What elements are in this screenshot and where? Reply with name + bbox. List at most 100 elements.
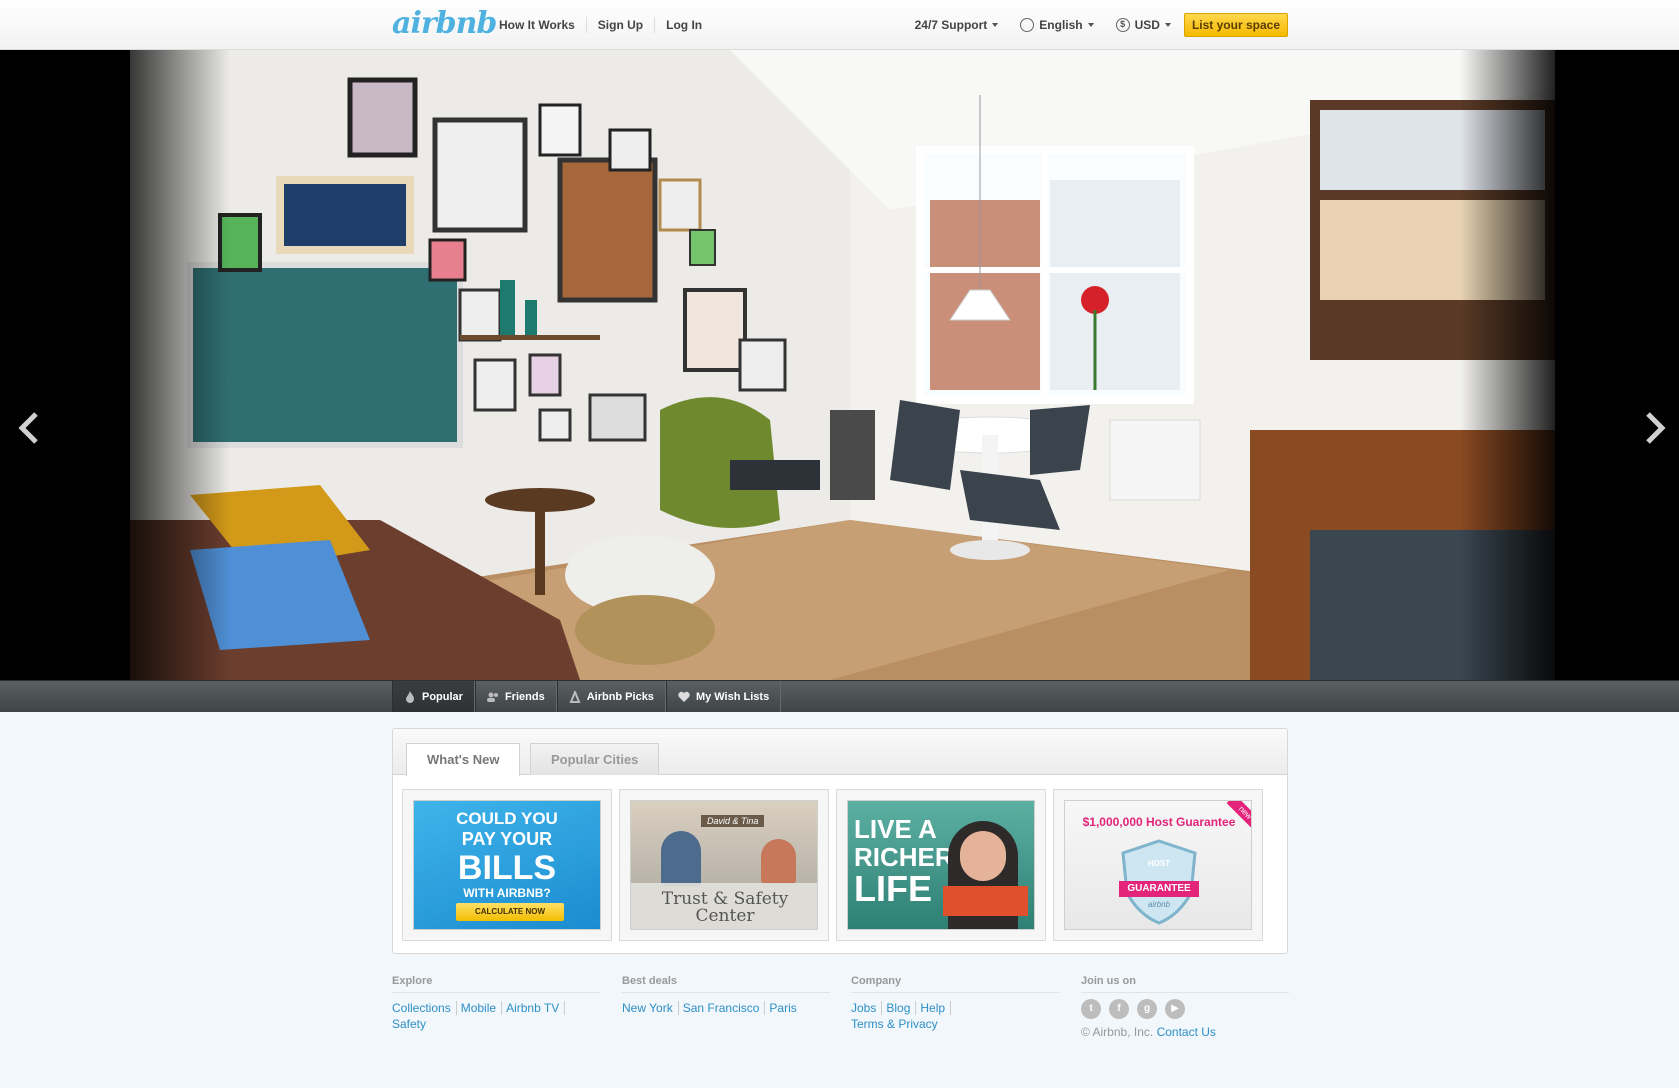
friends-icon — [486, 692, 498, 702]
richer-life-line-1: LIVE A — [854, 814, 937, 844]
flame-icon — [406, 690, 414, 703]
copyright: © Airbnb, Inc. Contact Us — [1081, 1025, 1289, 1039]
facebook-icon[interactable]: f — [1109, 999, 1129, 1019]
hero-room-photo — [130, 50, 1555, 680]
support-label: 24/7 Support — [914, 18, 988, 32]
footer-join-heading: Join us on — [1081, 975, 1289, 993]
currency-menu[interactable]: $ USD — [1105, 10, 1182, 40]
tab-popular-label: Popular — [422, 690, 463, 703]
tab-friends-label: Friends — [504, 690, 545, 703]
chevron-left-icon[interactable] — [14, 408, 44, 448]
jobs-link[interactable]: Jobs — [851, 1001, 883, 1015]
promo-card-richer-life[interactable]: LIVE A RICHER LIFE — [836, 789, 1046, 941]
promo-card-bills[interactable]: COULD YOU PAY YOUR BILLS WITH AIRBNB? CA… — [402, 789, 612, 941]
tab-popular-cities[interactable]: Popular Cities — [530, 743, 660, 775]
tab-my-wish-lists[interactable]: My Wish Lists — [665, 681, 782, 712]
san-francisco-link[interactable]: San Francisco — [682, 1001, 766, 1015]
heart-icon — [678, 691, 690, 702]
terms-privacy-link[interactable]: Terms & Privacy — [851, 1017, 943, 1031]
promo-card-trust-safety[interactable]: David & Tina Trust & Safety Center — [619, 789, 829, 941]
person-figure — [761, 839, 796, 884]
footer-company: Company Jobs Blog Help Terms & Privacy — [851, 975, 1059, 1032]
promo-cards: COULD YOU PAY YOUR BILLS WITH AIRBNB? CA… — [402, 789, 1270, 941]
whats-new-panel: What's New Popular Cities COULD YOU PAY … — [392, 728, 1288, 954]
globe-icon — [1020, 18, 1035, 32]
richer-life-line-2: RICHER — [854, 842, 954, 872]
hero-slideshow — [0, 50, 1679, 680]
woman-face — [960, 831, 1006, 881]
badge-host: HOST — [1147, 859, 1171, 868]
trust-safety-banner: David & Tina Trust & Safety Center — [630, 800, 818, 930]
badge-airbnb: airbnb — [1147, 900, 1171, 909]
tab-airbnb-picks[interactable]: Airbnb Picks — [556, 681, 666, 712]
person-figure — [661, 831, 701, 886]
header-inner: airbnb How It Works Sign Up Log In 24/7 … — [392, 0, 1288, 50]
collections-link[interactable]: Collections — [392, 1001, 457, 1015]
new-york-link[interactable]: New York — [622, 1001, 679, 1015]
hero-shade-right — [1460, 50, 1570, 680]
bills-line-3: BILLS — [457, 849, 557, 887]
host-guarantee-banner: $1,000,000 Host Guarantee new HOST GUARA… — [1064, 800, 1252, 930]
bills-banner: COULD YOU PAY YOUR BILLS WITH AIRBNB? CA… — [413, 800, 601, 930]
primary-nav: How It Works Sign Up Log In — [499, 17, 713, 33]
red-scarf — [943, 886, 1028, 916]
bills-line-2: PAY YOUR — [461, 829, 553, 849]
copyright-text: © Airbnb, Inc. — [1081, 1025, 1154, 1039]
dollar-icon: $ — [1115, 18, 1130, 32]
airbnb-picks-icon — [569, 690, 581, 703]
shield-icon — [1119, 839, 1199, 925]
contact-us-link[interactable]: Contact Us — [1157, 1025, 1216, 1039]
google-plus-icon[interactable]: g — [1137, 999, 1157, 1019]
tab-airbnb-picks-label: Airbnb Picks — [586, 690, 654, 703]
language-menu[interactable]: English — [1009, 10, 1104, 40]
tab-my-wish-lists-label: My Wish Lists — [695, 690, 770, 703]
calculate-now-button[interactable]: CALCULATE NOW — [456, 903, 564, 921]
safety-link[interactable]: Safety — [392, 1017, 431, 1031]
bills-line-1: COULD YOU — [456, 809, 558, 828]
airbnb-tv-link[interactable]: Airbnb TV — [506, 1001, 566, 1015]
airbnb-logo[interactable]: airbnb — [392, 6, 497, 41]
sign-up-link[interactable]: Sign Up — [585, 17, 654, 33]
chevron-down-icon — [1164, 23, 1171, 27]
hero-shade-left — [100, 50, 230, 680]
footer-best-deals: Best deals New York San Francisco Paris — [622, 975, 830, 1016]
paris-link[interactable]: Paris — [769, 1001, 801, 1015]
support-menu[interactable]: 24/7 Support — [904, 10, 1010, 40]
how-it-works-link[interactable]: How It Works — [499, 17, 586, 33]
youtube-icon[interactable]: ▶ — [1165, 999, 1185, 1019]
list-your-space-button[interactable]: List your space — [1183, 13, 1288, 37]
promo-card-host-guarantee[interactable]: $1,000,000 Host Guarantee new HOST GUARA… — [1053, 789, 1263, 941]
tab-friends[interactable]: Friends — [474, 681, 557, 712]
language-label: English — [1039, 18, 1083, 32]
footer-company-heading: Company — [851, 975, 1059, 993]
top-header: airbnb How It Works Sign Up Log In 24/7 … — [0, 0, 1679, 50]
blog-link[interactable]: Blog — [886, 1001, 917, 1015]
panel-tab-bar: What's New Popular Cities — [393, 729, 1287, 776]
footer-explore: Explore Collections Mobile Airbnb TV Safet… — [392, 975, 600, 1032]
richer-life-text: LIVE A RICHER LIFE — [854, 815, 954, 907]
mobile-link[interactable]: Mobile — [460, 1001, 503, 1015]
chevron-down-icon — [992, 23, 999, 27]
tab-whats-new[interactable]: What's New — [406, 743, 521, 776]
currency-label: USD — [1134, 18, 1160, 32]
chevron-right-icon[interactable] — [1640, 408, 1670, 448]
chevron-down-icon — [1087, 23, 1094, 27]
toolbar-tabs: Popular Friends Airbnb Picks My Wish Lis… — [392, 681, 782, 712]
log-in-link[interactable]: Log In — [654, 17, 713, 33]
trust-safety-title-2: Center — [695, 906, 755, 926]
footer-explore-heading: Explore — [392, 975, 600, 993]
richer-life-line-3: LIFE — [854, 868, 932, 909]
trust-safety-title: Trust & Safety Center — [631, 883, 817, 929]
host-guarantee-title: $1,000,000 Host Guarantee — [1082, 815, 1236, 829]
richer-life-banner: LIVE A RICHER LIFE — [847, 800, 1035, 930]
twitter-icon[interactable]: t — [1081, 999, 1101, 1019]
tab-popular[interactable]: Popular — [392, 681, 475, 712]
bills-line-4: WITH AIRBNB? — [463, 886, 551, 900]
footer-explore-links: Collections Mobile Airbnb TV Safety — [392, 1000, 600, 1032]
footer-company-links: Jobs Blog Help Terms & Privacy — [851, 1000, 1059, 1032]
david-tina-tag: David & Tina — [701, 815, 765, 827]
footer-deals-links: New York San Francisco Paris — [622, 1000, 830, 1016]
footer-deals-heading: Best deals — [622, 975, 830, 993]
footer-join: Join us on t f g ▶ © Airbnb, Inc. Contac… — [1081, 975, 1289, 1039]
help-link[interactable]: Help — [920, 1001, 952, 1015]
